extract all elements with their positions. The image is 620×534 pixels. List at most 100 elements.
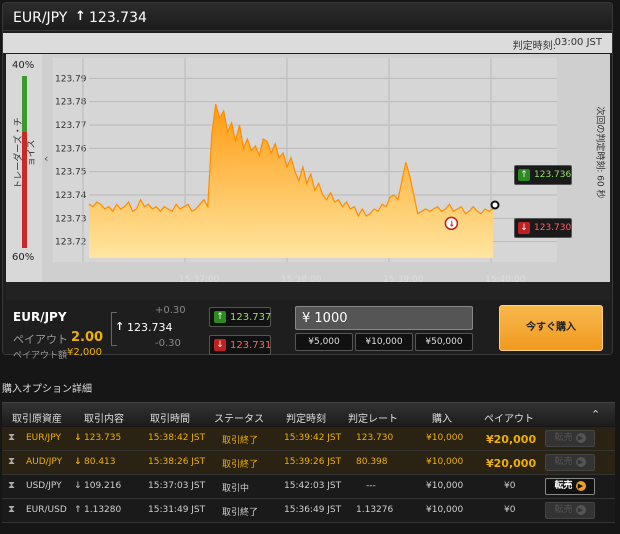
play-icon: ▶ <box>575 505 586 515</box>
row-judge: 15:36:49 JST <box>284 505 342 515</box>
collapse-up-icon[interactable]: ⌃ <box>591 408 600 421</box>
row-buy: ¥10,000 <box>426 433 464 443</box>
x-tick: 15:38:00 <box>281 275 322 285</box>
row-buy: ¥10,000 <box>426 505 464 515</box>
high-price-tag: ↑ 123.736 <box>514 165 572 185</box>
quick-amount-50000[interactable]: ¥50,000 <box>415 333 473 351</box>
row-content: 123.735 <box>84 433 122 443</box>
low-price-tag: ↓ 123.730 <box>514 218 572 238</box>
hourglass-icon: ⧗ <box>8 480 16 491</box>
table-header: 取引原資産 取引内容 取引時間 ステータス 判定時刻 判定レート 購入 ペイアウ… <box>2 402 615 426</box>
row-rate: 80.398 <box>356 457 388 467</box>
traders-choice: 40% トレーダーズ・チョイス 60% <box>6 54 42 282</box>
down-arrow-icon: ↓ <box>214 339 226 351</box>
hourglass-icon: ⧗ <box>8 456 16 467</box>
title-price: 123.734 <box>89 10 147 26</box>
row-judge: 15:39:42 JST <box>284 433 342 443</box>
order-pair: EUR/JPY <box>13 310 67 324</box>
title-pair: EUR/JPY <box>13 10 68 26</box>
row-asset: USD/JPY <box>26 481 62 491</box>
payout-amount-label: ペイアウト額 <box>13 351 68 361</box>
traders-choice-high-pct: 40% <box>12 60 35 71</box>
row-rate: --- <box>366 481 376 491</box>
table-row: ⧗ EUR/JPY ↓ 123.735 15:38:42 JST 取引終了 15:39:42… <box>2 427 615 451</box>
row-buy: ¥10,000 <box>426 457 464 467</box>
x-tick: 15:37:00 <box>179 275 220 285</box>
resale-button[interactable]: 転売 ▶ <box>545 502 595 519</box>
y-tick: 123.73 <box>55 214 87 224</box>
chart-area: 40% トレーダーズ・チョイス 60% ‹ 123.79 123.78 123.77… <box>6 54 610 282</box>
play-icon: ▶ <box>575 457 586 467</box>
direction-arrow-icon: ↓ <box>74 433 82 443</box>
judge-time-bar: 判定時刻: 03:00 JST <box>3 33 612 53</box>
col-payout: ペイアウト <box>484 414 534 425</box>
row-content: 109.216 <box>84 481 122 491</box>
row-rate: 123.730 <box>356 433 394 443</box>
current-price-dot <box>490 200 500 210</box>
row-buy: ¥10,000 <box>426 481 464 491</box>
row-payout: ¥20,000 <box>486 433 537 446</box>
row-time: 15:38:26 JST <box>148 457 206 467</box>
down-arrow-icon: ↓ <box>448 219 455 228</box>
x-axis-bar: 15:37:00 15:38:00 15:39:00 15:40:00 <box>6 275 610 300</box>
high-price-value: 123.736 <box>534 170 572 180</box>
row-status: 取引終了 <box>222 460 259 470</box>
direction-arrow-icon: ↓ <box>74 457 82 467</box>
chevron-left-icon[interactable]: ‹ <box>44 152 48 165</box>
trading-panel: EUR/JPY ↑ 123.734 判定時刻: 03:00 JST 40% トレ… <box>2 2 613 361</box>
high-button[interactable]: ↑ 123.737 <box>209 307 271 327</box>
price-chart-svg: 123.79 123.78 123.77 123.76 123.75 123.74 123.… <box>55 58 557 262</box>
row-asset: EUR/JPY <box>26 433 61 443</box>
row-content: 80.413 <box>84 457 116 467</box>
amount-input[interactable]: ¥ 1000 <box>295 306 473 330</box>
row-status: 取引中 <box>222 484 250 494</box>
y-tick: 123.74 <box>55 191 87 201</box>
price-chart: 123.79 123.78 123.77 123.76 123.75 123.74 123.… <box>53 58 557 262</box>
col-asset: 取引原資産 <box>12 414 62 425</box>
col-content: 取引内容 <box>84 414 124 425</box>
low-button[interactable]: ↓ 123.731 <box>209 335 271 355</box>
traders-choice-label: トレーダーズ・チョイス <box>14 117 37 189</box>
up-arrow-icon: ↑ <box>115 320 125 333</box>
quick-amount-5000[interactable]: ¥5,000 <box>295 333 353 351</box>
up-arrow-icon: ↑ <box>214 311 226 323</box>
row-content: 1.13280 <box>84 505 122 515</box>
payout-value: 2.00 <box>71 330 104 345</box>
col-rate: 判定レート <box>348 414 398 425</box>
current-price: 123.734 <box>127 321 173 334</box>
resale-button[interactable]: 転売 ▶ <box>545 454 595 471</box>
low-button-price: 123.731 <box>230 340 272 351</box>
up-arrow-icon: ↑ <box>75 9 86 24</box>
buy-now-button[interactable]: 今すぐ購入 <box>499 305 603 351</box>
order-form: EUR/JPY ペイアウト 2.00 ペイアウト額 ¥2,000 ↑ 123.7… <box>7 300 611 361</box>
resale-button[interactable]: 転売 ▶ <box>545 430 595 447</box>
col-judge: 判定時刻 <box>286 414 326 425</box>
price-area <box>89 104 493 258</box>
y-tick: 123.77 <box>55 121 87 131</box>
x-tick: 15:39:00 <box>383 275 424 285</box>
col-status: ステータス <box>214 414 264 425</box>
col-time: 取引時間 <box>150 414 190 425</box>
row-time: 15:37:03 JST <box>148 481 206 491</box>
payout-amount-value: ¥2,000 <box>67 347 102 358</box>
table-row: ⧗ USD/JPY ↓ 109.216 15:37:03 JST 取引中 15:42:03 … <box>2 475 615 499</box>
resale-button[interactable]: 転売 ▶ <box>545 478 595 495</box>
row-asset: AUD/JPY <box>26 457 63 467</box>
row-payout: ¥0 <box>504 481 516 491</box>
low-price-value: 123.730 <box>534 223 572 233</box>
quick-amount-10000[interactable]: ¥10,000 <box>355 333 413 351</box>
payout-label: ペイアウト <box>13 333 68 346</box>
details-title: 購入オプション詳細 <box>2 384 92 395</box>
row-judge: 15:42:03 JST <box>284 481 342 491</box>
row-rate: 1.13276 <box>356 505 394 515</box>
resale-label: 転売 <box>554 457 573 467</box>
resale-label: 転売 <box>554 433 573 443</box>
play-icon: ▶ <box>575 433 586 443</box>
row-status: 取引終了 <box>222 436 259 446</box>
y-tick: 123.76 <box>55 144 87 154</box>
col-buy: 購入 <box>432 414 452 425</box>
x-tick: 15:40:00 <box>485 275 526 285</box>
resale-label: 転売 <box>554 481 573 491</box>
y-tick: 123.79 <box>55 74 87 84</box>
next-judge-column: 次回の判定時刻: 60 秒 <box>590 54 610 274</box>
